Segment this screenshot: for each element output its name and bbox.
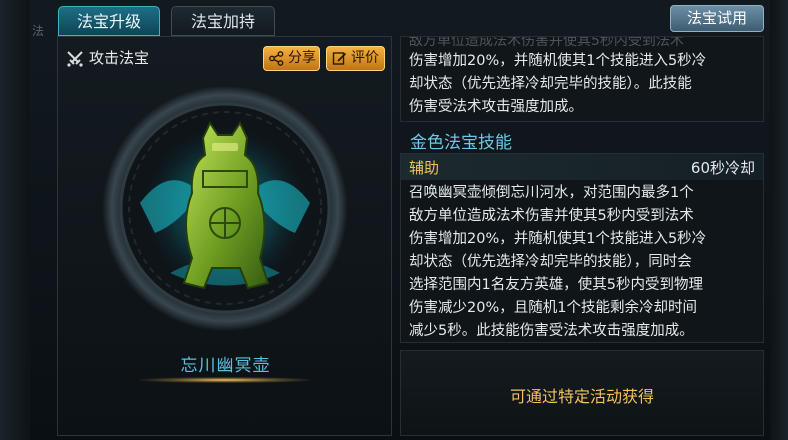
gold-skill-box: 辅助 60秒冷却 召唤幽冥壶倾倒忘川河水，对范围内最多1个 敌方单位造成法术伤害… [400, 153, 764, 343]
name-underline-glow [140, 377, 310, 383]
skill-description-line: 减少5秒。此技能伤害受法术攻击强度加成。 [409, 323, 694, 339]
skill-description-line: 伤害增加20%，并随机使其1个技能进入5秒冷 [409, 231, 707, 247]
treasure-info-panel: 敌方单位造成法术伤害并使其5秒内受到法术 伤害增加20%，并随机使其1个技能进入… [400, 36, 764, 436]
treasure-type-label: 攻击法宝 [89, 49, 150, 67]
treasure-emblem [102, 85, 348, 331]
skill-type: 辅助 [409, 159, 440, 177]
tab-treasure-blessing[interactable]: 法宝加持 [171, 6, 275, 36]
share-icon [269, 51, 284, 66]
description-line: 却状态（优先选择冷却完毕的技能）。此技能 [409, 76, 692, 92]
game-window: 法 法宝升级 法宝加持 法宝试用 攻击法宝 分享 评价 忘川幽冥壶 敌方单位造成… [0, 0, 788, 440]
edit-icon [332, 52, 347, 65]
skill-description-line: 选择范围内1名友方英雄，使其5秒内受到物理 [409, 277, 703, 293]
skill-header: 辅助 60秒冷却 [401, 154, 763, 180]
treasure-name: 忘川幽冥壶 [180, 356, 271, 376]
description-line: 伤害受法术攻击强度加成。 [409, 99, 583, 115]
left-edge [0, 0, 30, 440]
share-button[interactable]: 分享 [263, 46, 320, 71]
edge-label: 法 [32, 24, 45, 38]
obtain-method-text: 可通过特定活动获得 [509, 387, 654, 406]
description-line: 伤害增加20%，并随机使其1个技能进入5秒冷 [409, 53, 707, 69]
rate-label: 评价 [351, 50, 379, 66]
share-label: 分享 [288, 50, 316, 66]
treasure-display-panel: 攻击法宝 分享 评价 忘川幽冥壶 [57, 36, 392, 436]
rate-button[interactable]: 评价 [326, 46, 385, 71]
skill-cooldown: 60秒冷却 [690, 159, 755, 177]
skill-description-line: 敌方单位造成法术伤害并使其5秒内受到法术 [409, 208, 694, 224]
skill-description-line: 却状态（优先选择冷却完毕的技能），同时会 [409, 254, 692, 270]
right-edge [770, 0, 788, 440]
tab-treasure-upgrade[interactable]: 法宝升级 [58, 6, 160, 36]
passive-description-box[interactable]: 敌方单位造成法术伤害并使其5秒内受到法术 伤害增加20%，并随机使其1个技能进入… [400, 36, 764, 122]
gold-skill-title: 金色法宝技能 [410, 133, 512, 153]
description-cut-line: 敌方单位造成法术伤害并使其5秒内受到法术 [409, 36, 684, 49]
treasure-trial-button[interactable]: 法宝试用 [670, 5, 764, 32]
skill-description-line: 召唤幽冥壶倾倒忘川河水，对范围内最多1个 [409, 185, 694, 201]
obtain-method-box: 可通过特定活动获得 [400, 350, 764, 436]
crossed-swords-icon [67, 51, 83, 67]
skill-description-line: 伤害减少20%，且随机1个技能剩余冷却时间 [409, 300, 697, 316]
